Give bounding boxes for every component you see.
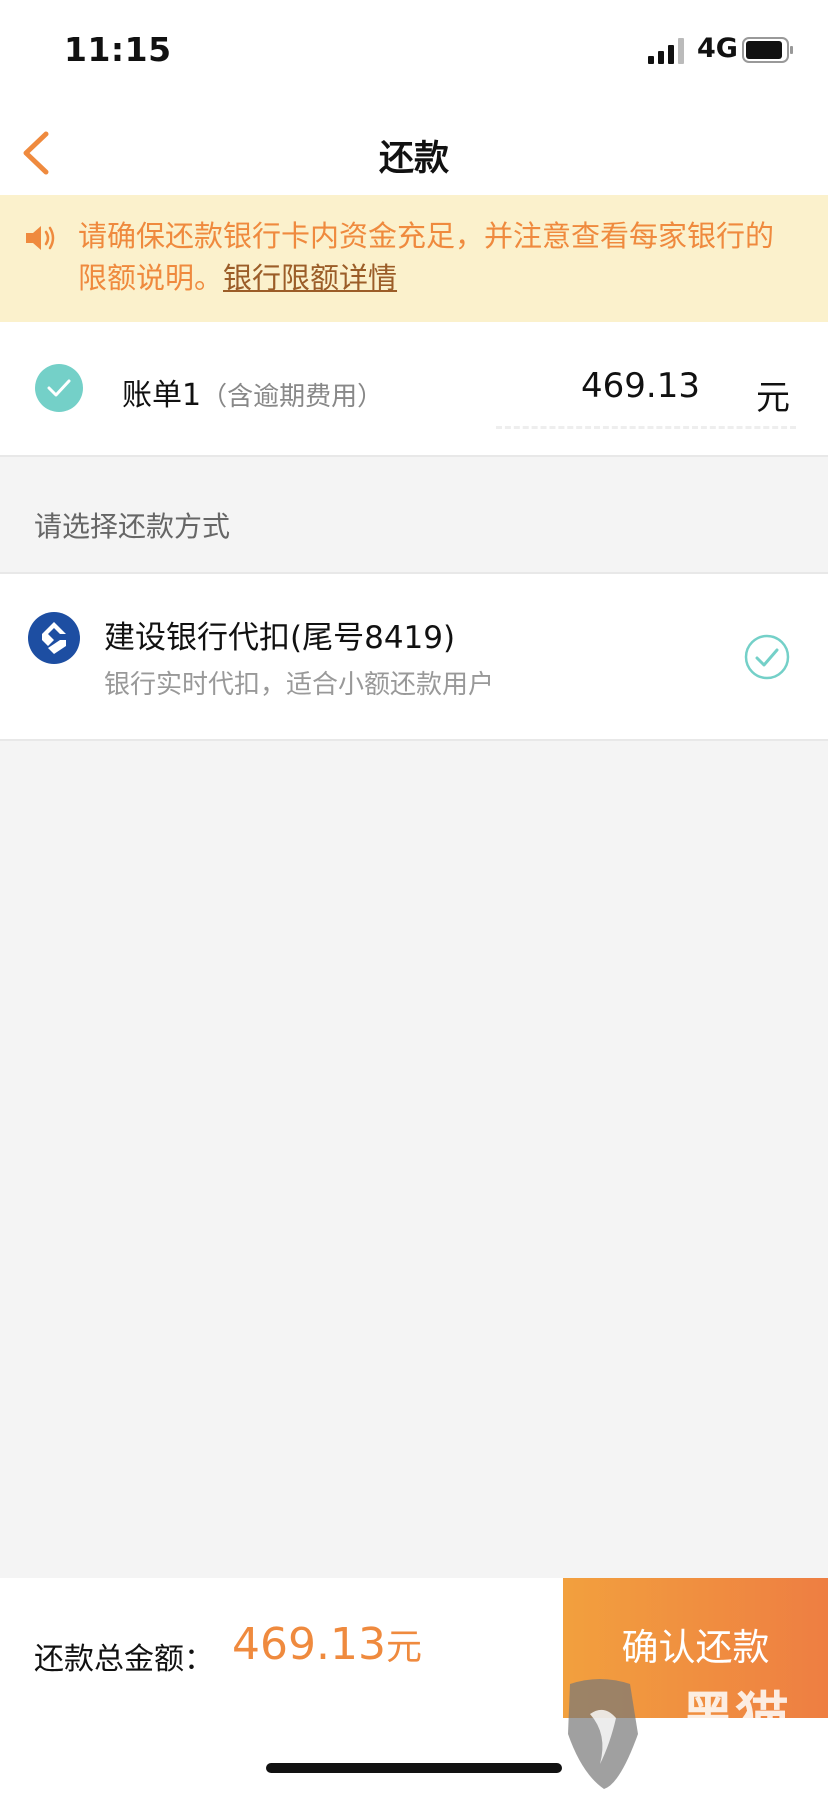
status-time: 11:15 [64,30,172,69]
notice-banner: 请确保还款银行卡内资金充足，并注意查看每家银行的限额说明。银行限额详情 [0,195,828,322]
bill-row: 账单1（含逾期费用） 469.13 元 [0,322,828,457]
bill-name: 账单1 [122,378,202,413]
status-bar: 11:15 4G [0,0,828,100]
svg-text:黑猫: 黑猫 [681,1686,789,1749]
divider [496,426,796,429]
ccb-bank-logo-icon [28,612,80,664]
total-amount: 469.13 [232,1619,386,1670]
total-amount-group: 469.13元 [232,1618,422,1670]
battery-icon [742,37,793,63]
payment-method-ccb[interactable]: 建设银行代扣(尾号8419) 银行实时代扣，适合小额还款用户 [0,572,828,741]
speaker-icon [26,226,55,250]
cellular-signal-icon [648,38,684,64]
notice-text-block: 请确保还款银行卡内资金充足，并注意查看每家银行的限额说明。银行限额详情 [78,215,798,299]
network-type: 4G [697,33,738,64]
total-label: 还款总金额： [34,1642,214,1677]
bill-subtitle: （含逾期费用） [201,382,384,412]
navigation-bar: 还款 [0,100,828,195]
black-cat-watermark-logo: 黑猫 BLACK CAT [568,1679,821,1789]
checkmark-icon [47,379,71,397]
bank-limit-details-link[interactable]: 银行限额详情 [223,261,397,295]
bill-label: 账单1（含逾期费用） [122,370,383,414]
bill-unit: 元 [756,378,790,418]
notice-message: 请确保还款银行卡内资金充足，并注意查看每家银行的限额说明。 [78,219,775,295]
bill-checkbox[interactable] [35,364,83,412]
total-unit: 元 [385,1627,422,1668]
payment-method-description: 银行实时代扣，适合小额还款用户 [104,670,495,700]
home-indicator [266,1763,562,1773]
payment-section-label: 请选择还款方式 [34,510,231,543]
selected-check-icon [744,634,790,680]
page-title: 还款 [378,139,449,179]
svg-text:BLACK CAT: BLACK CAT [649,1756,821,1789]
bill-amount: 469.13 [581,366,700,406]
payment-method-name: 建设银行代扣(尾号8419) [104,620,456,656]
